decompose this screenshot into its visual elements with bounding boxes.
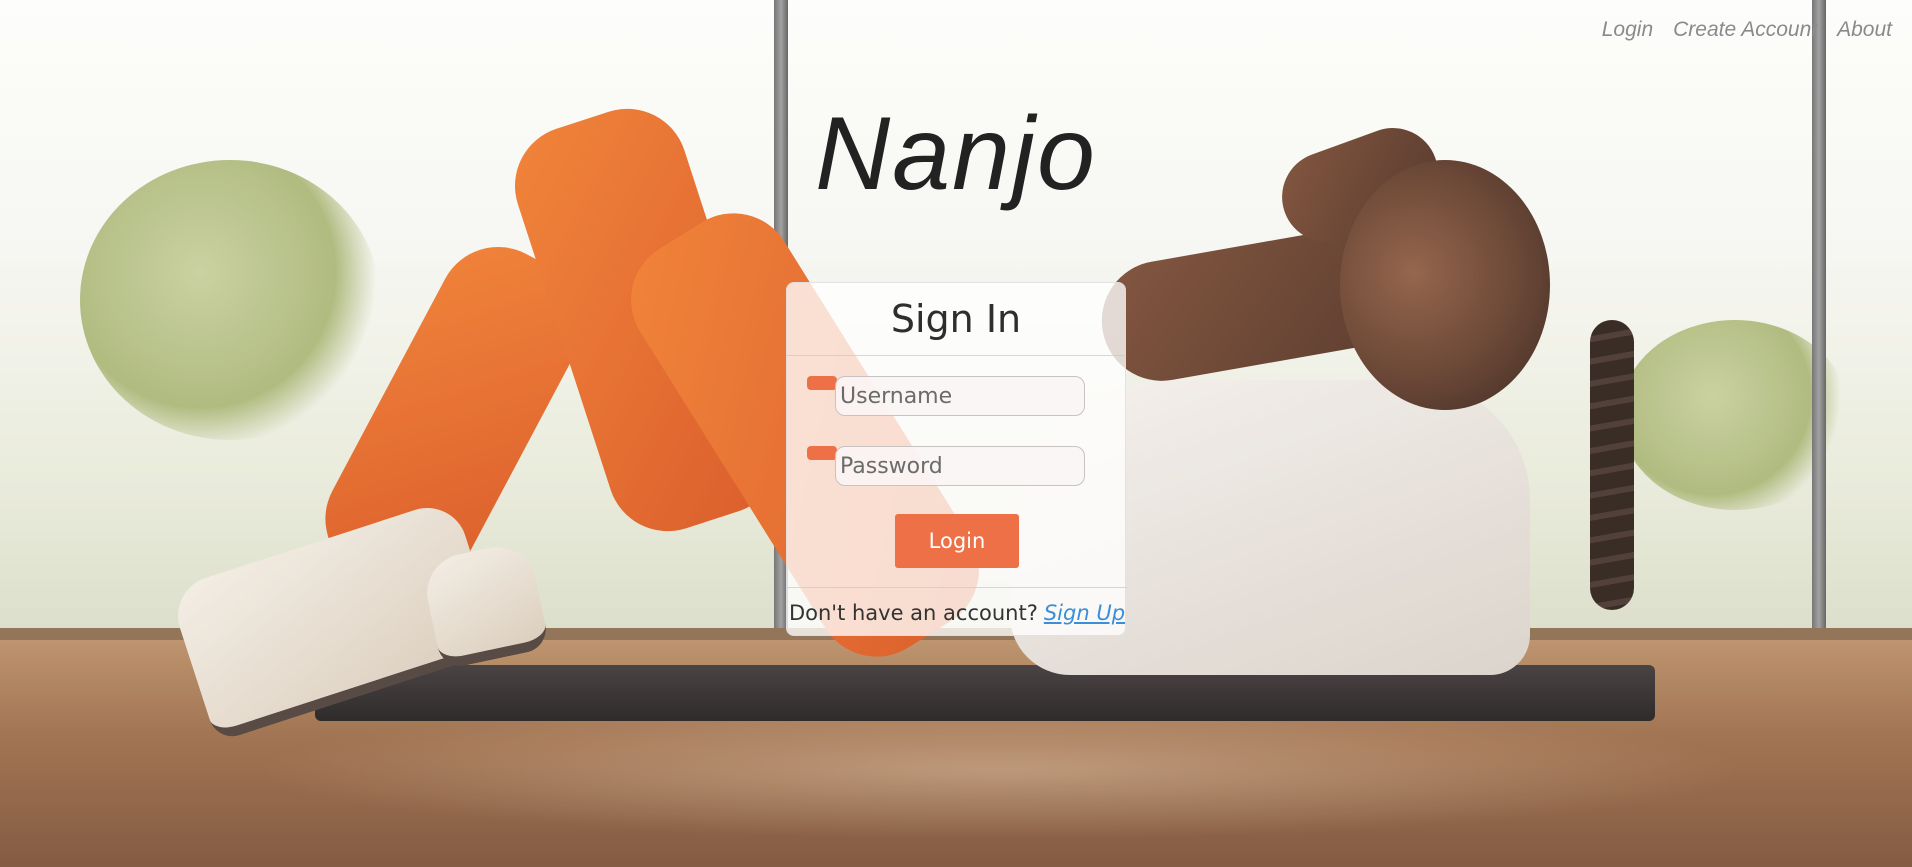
username-input[interactable] [835,376,1085,416]
signin-card-footer: Don't have an account? Sign Up [787,587,1127,638]
login-button[interactable]: Login [895,514,1019,568]
page: Login Create Account About Nanjo Sign In… [0,0,1912,867]
nav-about-link[interactable]: About [1837,18,1892,42]
password-row [807,446,1087,488]
password-input[interactable] [835,446,1085,486]
username-row [807,376,1087,418]
nav-login-link[interactable]: Login [1602,18,1653,42]
signin-title: Sign In [890,297,1022,341]
nav-create-account-link[interactable]: Create Account [1673,18,1817,42]
user-icon [807,376,837,390]
lock-icon [807,446,837,460]
signin-card-header: Sign In [787,283,1125,356]
signup-prompt: Don't have an account? [788,601,1038,625]
signup-link[interactable]: Sign Up [1044,601,1125,625]
signin-card: Sign In Login Don't have an account? Sig… [786,282,1127,638]
brand-title: Nanjo [815,96,1097,212]
top-nav: Login Create Account About [1602,18,1892,42]
